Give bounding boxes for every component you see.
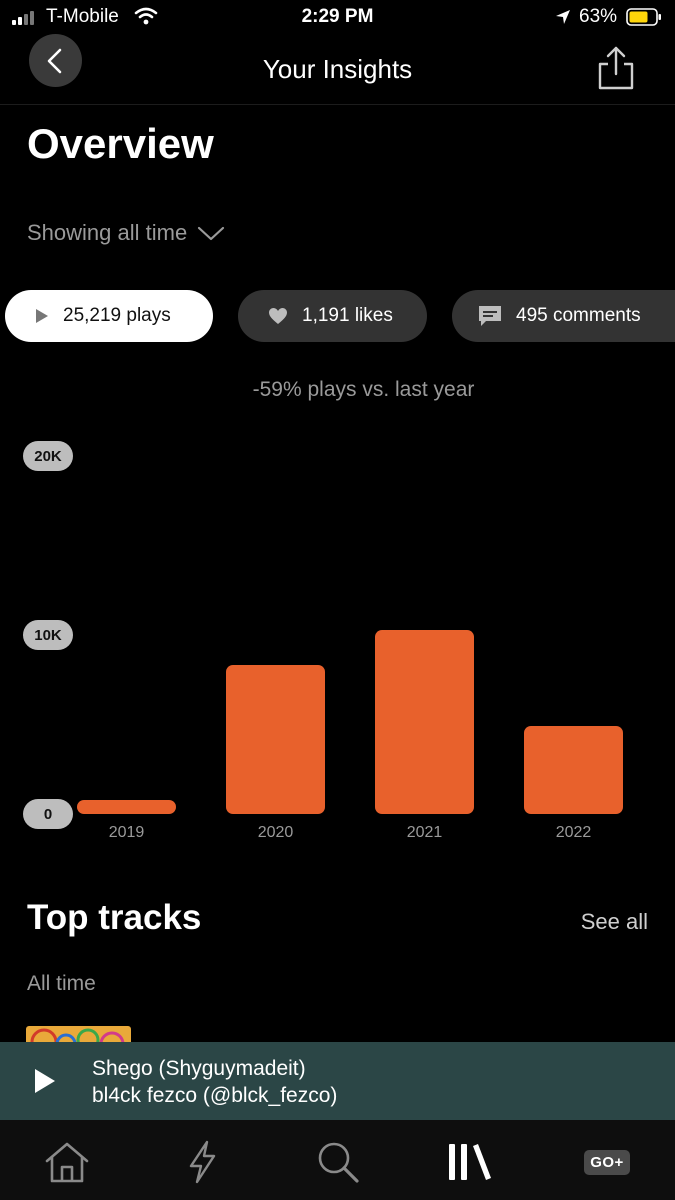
metric-label-likes: 1,191 likes	[302, 305, 393, 326]
lightning-icon	[189, 1140, 216, 1184]
now-playing-artist: bl4ck fezco (@blck_fezco)	[92, 1084, 338, 1107]
tab-library[interactable]	[439, 1138, 499, 1186]
x-axis-tick-label: 2020	[257, 824, 294, 841]
tab-feed[interactable]	[172, 1138, 232, 1186]
comment-icon	[479, 306, 501, 326]
tab-home[interactable]	[37, 1138, 97, 1186]
x-axis-tick-label: 2022	[555, 824, 592, 841]
location-icon	[556, 10, 570, 24]
section-title-overview: Overview	[27, 120, 214, 167]
section-title-top-tracks: Top tracks	[27, 898, 202, 937]
chevron-down-icon	[198, 226, 225, 241]
bar-2021[interactable]	[375, 629, 474, 814]
library-icon	[449, 1144, 491, 1180]
time-range-dropdown[interactable]: Showing all time	[27, 218, 225, 248]
x-axis-tick-label: 2021	[406, 824, 443, 841]
clock: 2:29 PM	[301, 6, 374, 27]
battery-icon	[626, 8, 661, 26]
time-range-label: Showing all time	[27, 220, 188, 245]
top-tracks-period: All time	[27, 972, 96, 995]
go-plus-badge: GO+	[584, 1149, 630, 1175]
y-axis-tick-label: 10K	[23, 620, 73, 650]
y-axis-tick-label: 20K	[23, 441, 73, 471]
tab-upgrade[interactable]: GO+	[577, 1138, 637, 1186]
metric-pill-plays[interactable]: 25,219 plays	[5, 290, 213, 342]
mini-player[interactable]: Shego (Shyguymadeit) bl4ck fezco (@blck_…	[0, 1042, 675, 1120]
bar-2019[interactable]	[77, 800, 176, 814]
metric-pill-comments[interactable]: 495 comments	[452, 290, 675, 342]
heart-icon	[269, 308, 287, 324]
page-title: Your Insights	[262, 54, 413, 84]
battery-percent: 63%	[579, 6, 618, 27]
tab-bar: GO+	[0, 1120, 675, 1200]
metric-pill-likes[interactable]: 1,191 likes	[238, 290, 427, 342]
metric-label-plays: 25,219 plays	[63, 305, 171, 326]
bar-2022[interactable]	[524, 726, 623, 814]
share-icon	[598, 46, 634, 90]
home-icon	[45, 1142, 89, 1183]
now-playing-title: Shego (Shyguymadeit)	[92, 1057, 306, 1080]
search-icon	[318, 1142, 359, 1183]
header-divider	[0, 104, 675, 105]
x-axis-tick-label: 2019	[108, 824, 145, 841]
see-all-link[interactable]: See all	[581, 909, 648, 935]
bar-2020[interactable]	[226, 665, 325, 814]
plays-change-text: -59% plays vs. last year	[252, 378, 475, 401]
tab-search[interactable]	[308, 1138, 368, 1186]
metric-label-comments: 495 comments	[516, 305, 641, 326]
y-axis-tick-label: 0	[23, 799, 73, 829]
plays-bar-chart: 0 10K 20K 2019 2020 2021 2022	[0, 420, 675, 860]
share-button[interactable]	[594, 44, 638, 92]
status-bar: T-Mobile 2:29 PM 63%	[0, 0, 675, 36]
play-icon	[36, 309, 48, 323]
play-icon[interactable]	[33, 1067, 57, 1095]
